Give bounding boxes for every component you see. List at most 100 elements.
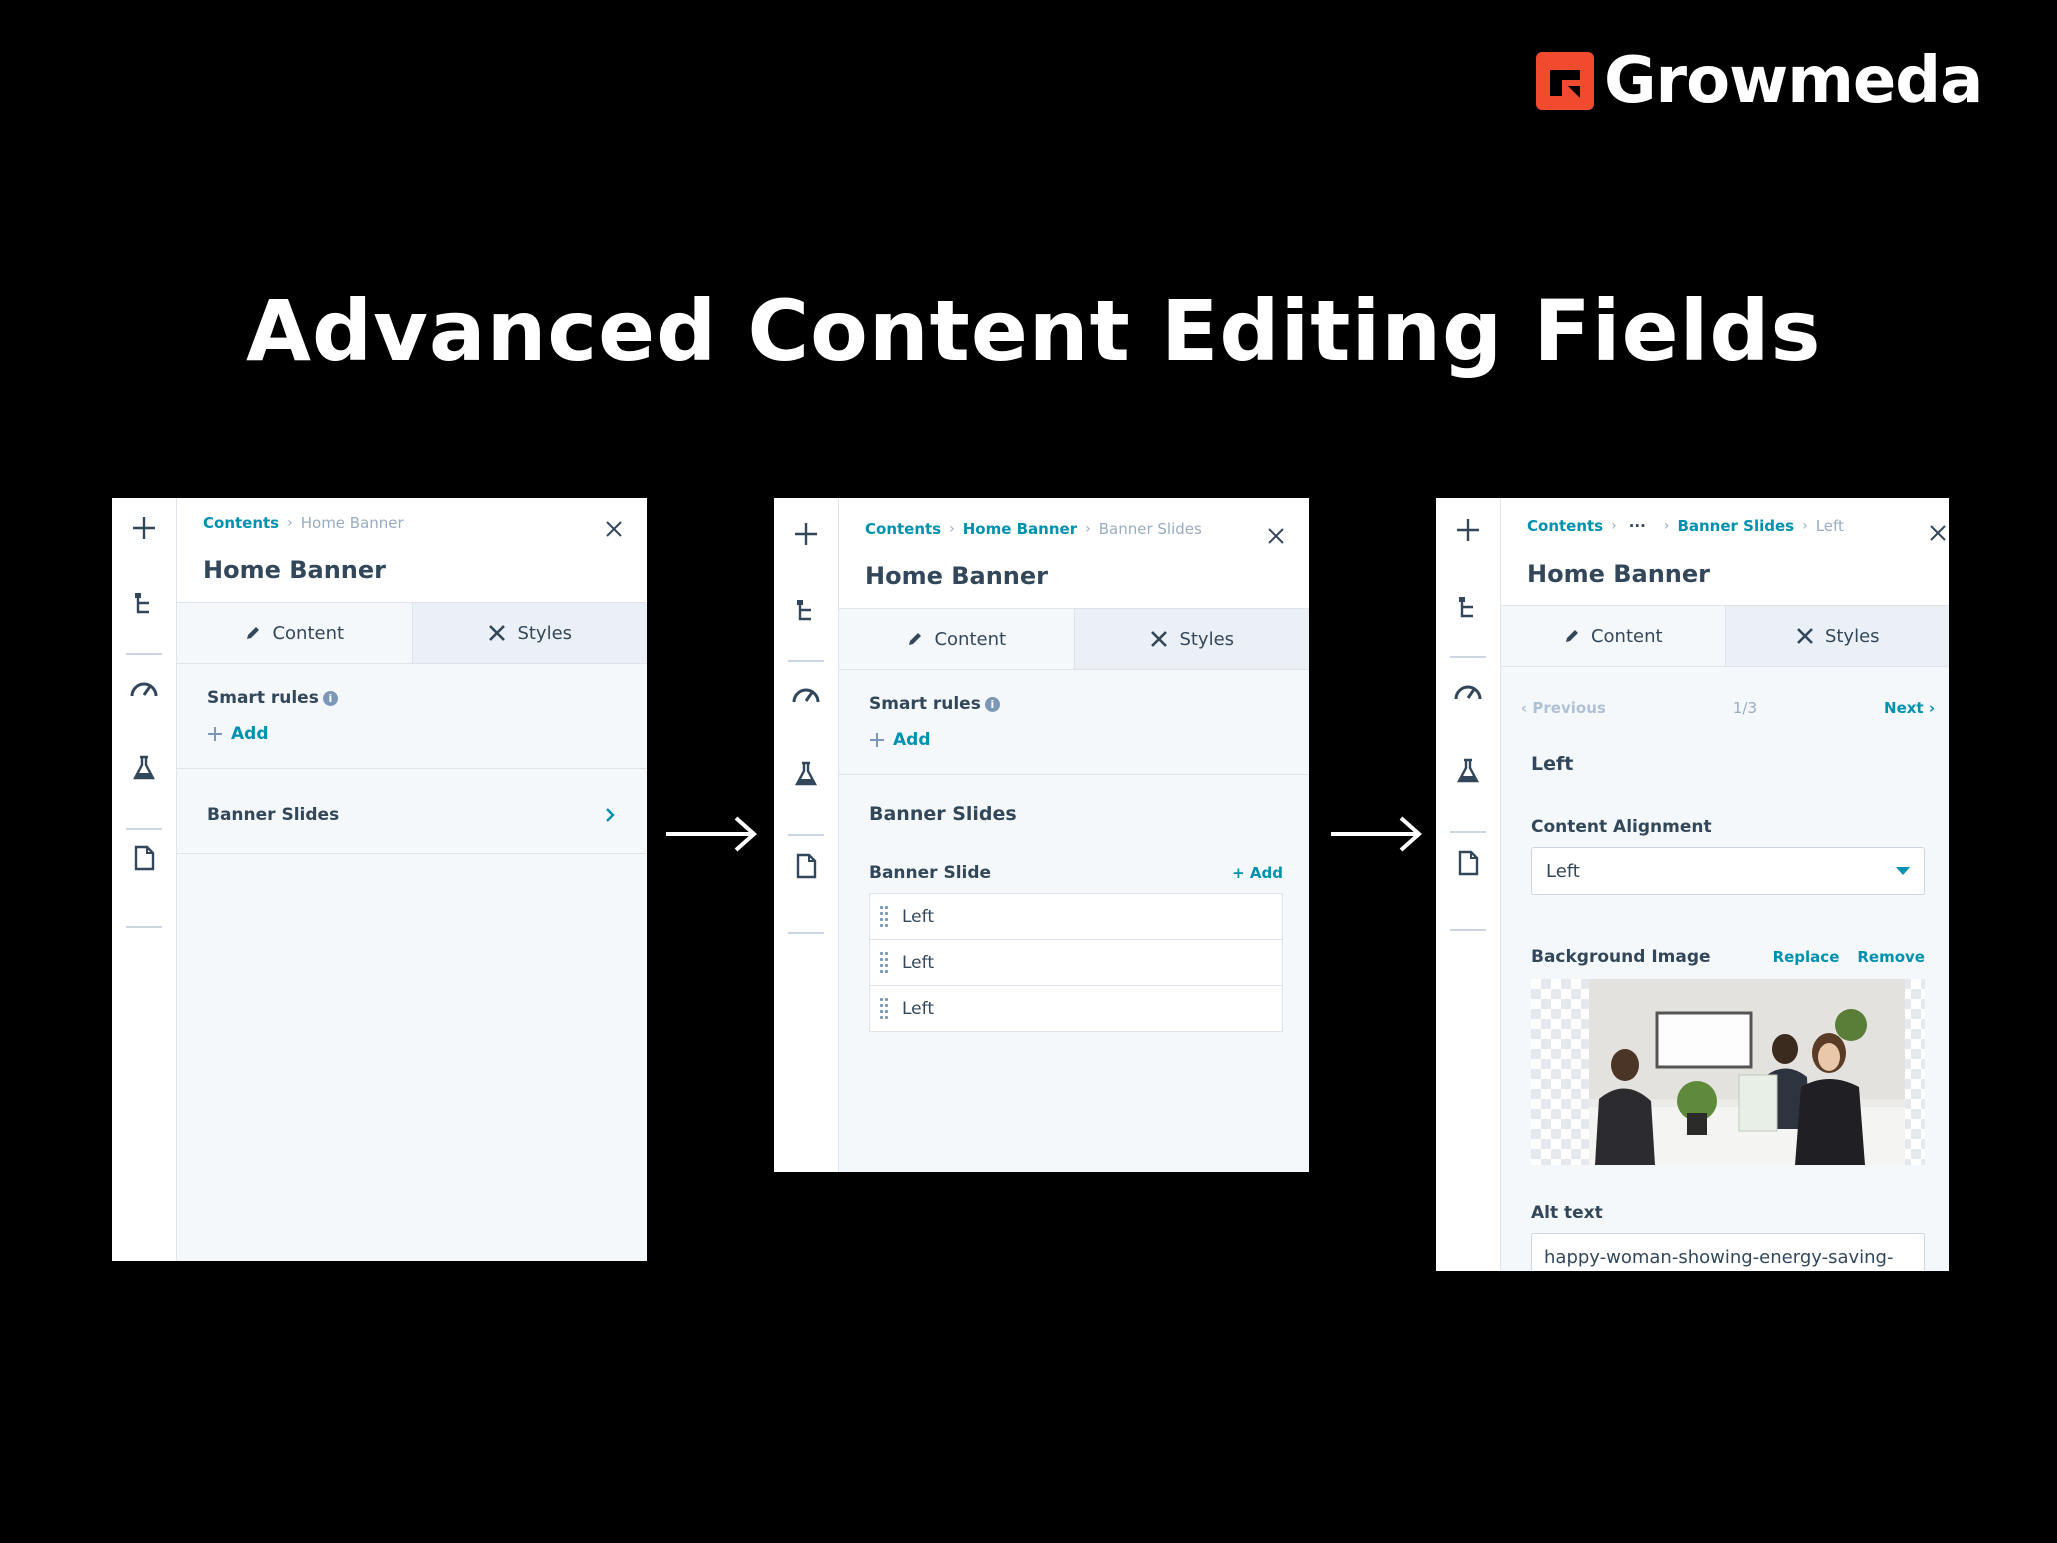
previous-button[interactable]: ‹ Previous: [1521, 699, 1606, 717]
arrow-right-icon: [666, 816, 758, 852]
breadcrumb-current: Left: [1815, 517, 1844, 535]
close-icon[interactable]: [603, 518, 625, 540]
add-icon[interactable]: [788, 516, 824, 552]
breadcrumb-contents[interactable]: Contents: [203, 514, 279, 532]
brand-logo: Growmeda: [1536, 44, 1983, 118]
list-item[interactable]: Left: [870, 894, 1282, 940]
close-icon[interactable]: [1927, 522, 1949, 544]
pager-count: 1/3: [1732, 699, 1757, 717]
arrow-right-icon: [1331, 816, 1423, 852]
flask-icon[interactable]: [126, 750, 162, 786]
editor-panel-2: Contents › Home Banner › Banner Slides H…: [774, 498, 1309, 1172]
smart-rules-label: Smart rules: [207, 688, 319, 708]
add-label: Add: [893, 730, 931, 750]
growmeda-logo-icon: [1536, 52, 1594, 110]
panel-header: Contents › Home Banner › Banner Slides H…: [839, 498, 1309, 609]
panel-title: Home Banner: [203, 556, 386, 584]
breadcrumb-contents[interactable]: Contents: [1527, 517, 1603, 535]
banner-slide-label: Banner Slide: [869, 863, 992, 883]
breadcrumb-contents[interactable]: Contents: [865, 520, 941, 538]
breadcrumb-separator-icon: ›: [1663, 518, 1670, 534]
gauge-icon[interactable]: [126, 670, 162, 706]
tree-icon[interactable]: [1450, 590, 1486, 626]
drag-handle-icon[interactable]: [880, 998, 890, 1019]
breadcrumb-current: Home Banner: [300, 514, 404, 532]
tab-bar: Content Styles: [839, 609, 1309, 670]
background-image-preview[interactable]: [1531, 979, 1925, 1165]
tab-content[interactable]: Content: [839, 609, 1075, 669]
chevron-down-icon: [1896, 867, 1910, 875]
tab-content[interactable]: Content: [1501, 606, 1726, 666]
editor-panel-1: Contents › Home Banner Home Banner Conte…: [112, 498, 647, 1261]
tab-bar: Content Styles: [177, 603, 647, 664]
banner-slides-row[interactable]: Banner Slides: [177, 769, 647, 854]
add-slide-button[interactable]: + Add: [1232, 864, 1283, 882]
list-item-label: Left: [902, 906, 934, 927]
brand-name: Growmeda: [1604, 44, 1983, 118]
add-smart-rule-button[interactable]: Add: [207, 724, 617, 744]
tab-styles-label: Styles: [1824, 625, 1880, 647]
panel-title: Home Banner: [1527, 560, 1710, 588]
background-image-label: Background Image: [1531, 947, 1711, 967]
page-title: Advanced Content Editing Fields: [246, 282, 1822, 380]
styles-icon: [1151, 631, 1168, 647]
list-item-label: Left: [902, 952, 934, 973]
document-icon[interactable]: [1450, 845, 1486, 881]
breadcrumb-banner-slides[interactable]: Banner Slides: [1677, 517, 1794, 535]
breadcrumb-separator-icon: ›: [1611, 518, 1617, 534]
slide-list: Left Left Left: [869, 893, 1283, 1032]
tree-icon[interactable]: [788, 593, 824, 629]
alt-text-input[interactable]: happy-woman-showing-energy-saving-: [1531, 1233, 1925, 1271]
gauge-icon[interactable]: [788, 676, 824, 712]
add-smart-rule-button[interactable]: Add: [869, 730, 1279, 750]
breadcrumb-separator-icon: ›: [1802, 518, 1808, 534]
tab-content-label: Content: [272, 622, 345, 644]
tab-styles[interactable]: Styles: [413, 603, 648, 663]
add-icon[interactable]: [126, 510, 162, 546]
next-label: Next: [1884, 699, 1924, 717]
list-item[interactable]: Left: [870, 940, 1282, 986]
next-button[interactable]: Next ›: [1884, 699, 1935, 717]
add-icon[interactable]: [1450, 512, 1486, 548]
tree-icon[interactable]: [126, 586, 162, 622]
banner-slides-section: Banner Slides Banner Slide + Add Left Le…: [839, 775, 1309, 1032]
document-icon[interactable]: [788, 848, 824, 884]
breadcrumb-separator-icon: ›: [949, 521, 955, 537]
previous-label: Previous: [1532, 699, 1606, 717]
breadcrumb-current: Banner Slides: [1098, 520, 1202, 538]
list-item[interactable]: Left: [870, 986, 1282, 1031]
flask-icon[interactable]: [1450, 753, 1486, 789]
breadcrumb-ellipsis[interactable]: ···: [1629, 517, 1646, 535]
tab-styles-label: Styles: [1179, 628, 1235, 650]
breadcrumb: Contents › Home Banner › Banner Slides: [865, 520, 1202, 538]
info-icon[interactable]: i: [984, 697, 1000, 712]
plus-icon: [208, 727, 222, 741]
breadcrumb: Contents › Home Banner: [203, 514, 404, 532]
editor-panel-3: Contents › ··· › Banner Slides › Left Ho…: [1436, 498, 1949, 1271]
smart-rules-section: Smart rules i Add: [839, 670, 1309, 775]
tab-styles-label: Styles: [517, 622, 573, 644]
office-meeting-photo: [1589, 979, 1905, 1165]
flask-icon[interactable]: [788, 756, 824, 792]
breadcrumb-home-banner[interactable]: Home Banner: [963, 520, 1077, 538]
panel-content: Contents › Home Banner Home Banner Conte…: [177, 498, 647, 1261]
tab-content[interactable]: Content: [177, 603, 413, 663]
panel-content: Contents › Home Banner › Banner Slides H…: [839, 498, 1309, 1172]
drag-handle-icon[interactable]: [880, 906, 890, 927]
breadcrumb: Contents › ··· › Banner Slides › Left: [1527, 517, 1844, 535]
document-icon[interactable]: [126, 840, 162, 876]
drag-handle-icon[interactable]: [880, 952, 890, 973]
pencil-icon: [909, 633, 922, 645]
info-icon[interactable]: i: [322, 691, 338, 706]
tab-styles[interactable]: Styles: [1075, 609, 1310, 669]
chevron-right-icon: [606, 808, 615, 822]
tab-bar: Content Styles: [1501, 606, 1949, 667]
close-icon[interactable]: [1265, 525, 1287, 547]
content-alignment-label: Content Alignment: [1531, 817, 1712, 837]
replace-image-button[interactable]: Replace: [1773, 948, 1840, 966]
tab-styles[interactable]: Styles: [1726, 606, 1950, 666]
remove-image-button[interactable]: Remove: [1857, 948, 1925, 966]
add-label: Add: [231, 724, 269, 744]
content-alignment-select[interactable]: Left: [1531, 847, 1925, 895]
gauge-icon[interactable]: [1450, 673, 1486, 709]
